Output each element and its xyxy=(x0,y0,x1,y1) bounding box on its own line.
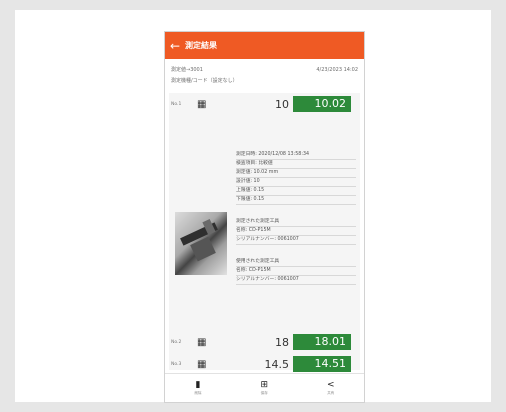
meta-id: 測定値→3001 xyxy=(171,67,203,73)
reference-value: 14.5 xyxy=(264,357,290,371)
reference-value: 10 xyxy=(275,97,289,111)
detail-line: シリアルナンバー: 0061007 xyxy=(236,236,356,245)
caliper-photo-icon xyxy=(180,218,218,262)
save-label: 保存 xyxy=(260,391,268,395)
detail-line: 検査項目: 比較値 xyxy=(236,160,356,169)
measurement-details: 測定日時: 2020/12/08 13:58:34 検査項目: 比較値 測定値:… xyxy=(236,151,356,285)
detail-line: 測定日時: 2020/12/08 13:58:34 xyxy=(236,151,356,160)
back-arrow-icon[interactable]: ← xyxy=(165,39,185,53)
meta-timestamp: 4/23/2023 14:02 xyxy=(316,67,358,73)
measured-value: 14.51 xyxy=(293,356,351,372)
measurement-number: No.2 xyxy=(171,339,182,345)
measurement-photo xyxy=(175,212,227,275)
detail-line: 下限値: 0.15 xyxy=(236,196,356,205)
measurement-list: No.1 ▦ 10 10.02 測定日時: 2020/12/08 13:58:3… xyxy=(169,93,360,373)
reference-value: 18 xyxy=(275,335,289,349)
measured-value: 18.01 xyxy=(293,334,351,350)
meta-info: 測定値→3001 4/23/2023 14:02 測定機種/コード（設定なし） xyxy=(171,66,358,85)
detail-line: 測定値: 10.02 mm xyxy=(236,169,356,178)
detail-line: 使用された測定工具 xyxy=(236,258,356,267)
detail-line: 設計値: 10 xyxy=(236,178,356,187)
bottom-action-bar: ▮ 削除 ⊞ 保存 < 共有 xyxy=(165,373,364,402)
detail-line: 測定された測定工具 xyxy=(236,218,356,227)
detail-line: シリアルナンバー: 0061007 xyxy=(236,276,356,285)
qr-code-icon: ▦ xyxy=(197,336,207,348)
measured-value: 10.02 xyxy=(293,96,351,112)
delete-button[interactable]: ▮ 削除 xyxy=(194,380,201,396)
detail-line: 名称: CD-P15M xyxy=(236,227,356,236)
app-bar: ← 測定結果 xyxy=(165,32,364,59)
detail-line: 名称: CD-P15M xyxy=(236,267,356,276)
share-icon: < xyxy=(326,380,335,390)
trash-icon: ▮ xyxy=(195,380,201,390)
qr-code-icon: ▦ xyxy=(197,98,207,110)
measurement-number: No.1 xyxy=(171,101,182,107)
share-label: 共有 xyxy=(327,391,335,395)
app-title: 測定結果 xyxy=(185,41,217,50)
save-button[interactable]: ⊞ 保存 xyxy=(260,380,268,396)
save-icon: ⊞ xyxy=(260,380,268,390)
detail-line: 上限値: 0.15 xyxy=(236,187,356,196)
measurement-row-1[interactable]: No.1 ▦ 10 10.02 xyxy=(169,95,360,113)
qr-code-icon: ▦ xyxy=(197,358,207,370)
delete-label: 削除 xyxy=(194,391,202,395)
measurement-row-3[interactable]: No.3 ▦ 14.5 14.51 xyxy=(169,355,360,373)
measurement-number: No.3 xyxy=(171,361,182,367)
measurement-row-2[interactable]: No.2 ▦ 18 18.01 xyxy=(169,333,360,351)
share-button[interactable]: < 共有 xyxy=(327,380,335,396)
phone-screen: ← 測定結果 測定値→3001 4/23/2023 14:02 測定機種/コード… xyxy=(164,31,365,403)
meta-device-code: 測定機種/コード（設定なし） xyxy=(171,78,238,84)
